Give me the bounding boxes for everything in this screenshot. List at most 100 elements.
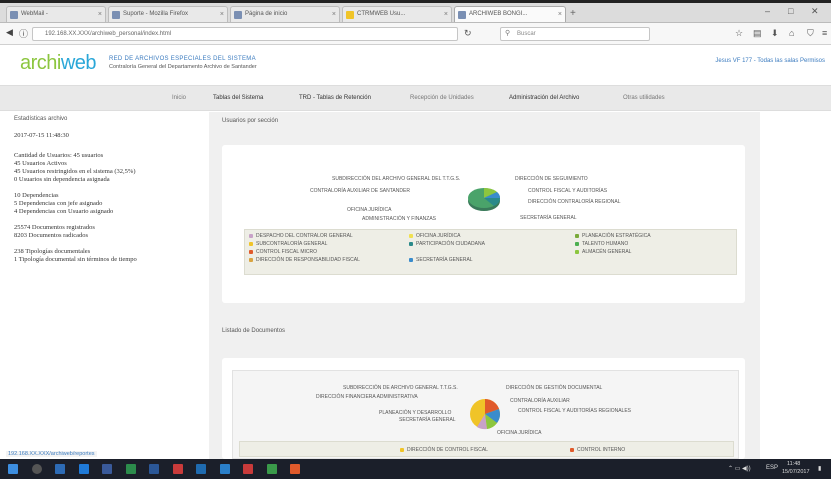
favicon-icon: [10, 11, 18, 19]
star-icon[interactable]: ☆: [735, 28, 743, 39]
pie-label: PLANEACIÓN Y DESARROLLO: [379, 410, 452, 416]
close-tab-icon[interactable]: ×: [444, 7, 448, 22]
clock-time[interactable]: 11:48: [787, 461, 800, 467]
favicon-icon: [112, 11, 120, 19]
search-input[interactable]: ⚲ Buscar: [500, 27, 650, 41]
word-icon[interactable]: [149, 464, 159, 474]
archiweb-logo[interactable]: archiweb: [20, 52, 97, 75]
stats-line: 1 Tipología documental sin términos de t…: [14, 256, 137, 263]
close-tab-icon[interactable]: ×: [98, 7, 102, 22]
reload-icon[interactable]: ↻: [464, 28, 472, 39]
legend-swatch: [249, 234, 253, 238]
url-bar[interactable]: 192.168.XX.XXX/archiweb_personal/index.h…: [32, 27, 458, 41]
menu-item-inicio[interactable]: Inicio: [172, 95, 186, 101]
edge-icon[interactable]: [79, 464, 89, 474]
legend-item[interactable]: SECRETARÍA GENERAL: [409, 257, 473, 263]
close-tab-icon[interactable]: ×: [332, 7, 336, 22]
stats-panel-title: Estadísticas archivo: [14, 116, 68, 122]
stats-timestamp: 2017-07-15 11:48:30: [14, 132, 69, 139]
back-arrow-icon[interactable]: ◀: [6, 27, 13, 38]
chart-legend-documentos: DIRECCIÓN DE CONTROL FISCAL CONTROL INTE…: [239, 441, 734, 457]
app-icon[interactable]: [267, 464, 277, 474]
legend-item[interactable]: CONTROL FISCAL MICRO: [249, 249, 317, 255]
stats-line: 238 Tipologías documentales: [14, 248, 91, 255]
stats-line: 4 Dependencias con Usuario asignado: [14, 208, 114, 215]
task-view-icon[interactable]: [55, 464, 65, 474]
search-icon: ⚲: [505, 30, 511, 37]
minimize-icon[interactable]: –: [765, 6, 770, 16]
browser-tab[interactable]: Suporte - Mozilla Firefox ×: [108, 6, 228, 22]
app-title: RED DE ARCHIVOS ESPECIALES DEL SISTEMA: [109, 56, 256, 62]
legend-item[interactable]: DIRECCIÓN DE CONTROL FISCAL: [400, 447, 488, 453]
menu-item-trd[interactable]: TRD - Tablas de Retención: [299, 95, 371, 101]
pie-label: SUBDIRECCIÓN DEL ARCHIVO GENERAL DEL T.T…: [332, 176, 461, 182]
favicon-icon: [234, 11, 242, 19]
pie-chart-documentos: [470, 399, 500, 430]
maximize-icon[interactable]: □: [788, 6, 793, 16]
legend-item[interactable]: ALMACÉN GENERAL: [575, 249, 631, 255]
user-link[interactable]: Jesus VF 177 - Todas las salas Permisos: [715, 58, 825, 64]
notifications-icon[interactable]: ▮: [818, 465, 821, 472]
section-title-usuarios: Usuarios por sección: [222, 118, 279, 124]
menu-item-utilidades[interactable]: Otras utilidades: [623, 95, 665, 101]
legend-swatch: [575, 242, 579, 246]
browser-tab-active[interactable]: ARCHIWEB BONGI... ×: [454, 6, 566, 22]
legend-item[interactable]: DIRECCIÓN DE RESPONSABILIDAD FISCAL: [249, 257, 360, 263]
pie-label: CONTROL FISCAL Y AUDITORÍAS: [528, 188, 608, 194]
legend-item[interactable]: DESPACHO DEL CONTRALOR GENERAL: [249, 233, 353, 239]
legend-item[interactable]: SUBCONTRALORÍA GENERAL: [249, 241, 327, 247]
shield-icon[interactable]: ⛉: [807, 28, 814, 39]
file-explorer-icon[interactable]: [102, 464, 112, 474]
home-icon[interactable]: ⌂: [789, 28, 794, 38]
browser-tab[interactable]: Página de inicio ×: [230, 6, 340, 22]
legend-swatch: [409, 242, 413, 246]
menu-item-administracion[interactable]: Administración del Archivo: [509, 95, 579, 101]
chart-card-usuarios: SUBDIRECCIÓN DEL ARCHIVO GENERAL DEL T.T…: [222, 145, 745, 303]
tray-icons[interactable]: ⌃ ▭ ◀)): [728, 465, 751, 472]
stats-line: 10 Dependencias: [14, 192, 59, 199]
close-tab-icon[interactable]: ×: [558, 7, 562, 22]
stats-line: 45 Usuarios Activos: [14, 160, 67, 167]
new-tab-icon[interactable]: +: [570, 8, 576, 19]
stats-line: Cantidad de Usuarios: 45 usuarios: [14, 152, 104, 159]
pie-label: OFICINA JURÍDICA: [347, 207, 392, 213]
browser-tab[interactable]: CTRMWEB Usu... ×: [342, 6, 452, 22]
info-icon[interactable]: ⓘ: [19, 27, 28, 40]
app-icon[interactable]: [220, 464, 230, 474]
library-icon[interactable]: ▤: [753, 28, 762, 39]
status-url: 192.168.XX.XXX/archiweb/reportes: [6, 451, 97, 457]
language-indicator[interactable]: ESP: [766, 465, 778, 471]
legend-item[interactable]: PLANEACIÓN ESTRATÉGICA: [575, 233, 651, 239]
clock-date[interactable]: 15/07/2017: [782, 469, 810, 475]
legend-item[interactable]: TALENTO HUMANO: [575, 241, 628, 247]
powerpoint-icon[interactable]: [173, 464, 183, 474]
pie-label: DIRECCIÓN FINANCIERA ADMINISTRATIVA: [316, 394, 418, 400]
close-window-icon[interactable]: ✕: [811, 6, 819, 17]
legend-swatch: [575, 250, 579, 254]
legend-item[interactable]: PARTICIPACIÓN CIUDADANA: [409, 241, 485, 247]
stats-line: 0 Usuarios sin dependencia asignada: [14, 176, 110, 183]
stats-line: 5 Dependencias con jefe asignado: [14, 200, 103, 207]
outlook-icon[interactable]: [196, 464, 206, 474]
chart-plot-documentos: SUBDIRECCIÓN DE ARCHIVO GENERAL T.T.G.S.…: [232, 370, 739, 459]
download-icon[interactable]: ⬇: [771, 28, 779, 39]
legend-swatch: [570, 448, 574, 452]
firefox-icon[interactable]: [290, 464, 300, 474]
legend-swatch: [249, 250, 253, 254]
windows-start-icon[interactable]: [8, 464, 18, 474]
menu-item-tablas-sistema[interactable]: Tablas del Sistema: [213, 95, 263, 101]
excel-icon[interactable]: [126, 464, 136, 474]
pie-label: OFICINA JURÍDICA: [497, 430, 542, 436]
os-taskbar: ⌃ ▭ ◀)) ESP 11:48 15/07/2017 ▮: [0, 459, 831, 479]
legend-item[interactable]: CONTROL INTERNO: [570, 447, 625, 453]
legend-item[interactable]: OFICINA JURÍDICA: [409, 233, 460, 239]
menu-icon[interactable]: ≡: [822, 28, 827, 38]
menu-item-recepcion[interactable]: Recepción de Unidades: [410, 95, 474, 101]
main-menu: Inicio Tablas del Sistema TRD - Tablas d…: [0, 85, 831, 111]
close-tab-icon[interactable]: ×: [220, 7, 224, 22]
browser-tab[interactable]: WebMail - ×: [6, 6, 106, 22]
chart-legend-usuarios: DESPACHO DEL CONTRALOR GENERAL SUBCONTRA…: [244, 229, 737, 275]
app-icon[interactable]: [243, 464, 253, 474]
search-icon[interactable]: [32, 464, 42, 474]
favicon-icon: [458, 11, 466, 19]
